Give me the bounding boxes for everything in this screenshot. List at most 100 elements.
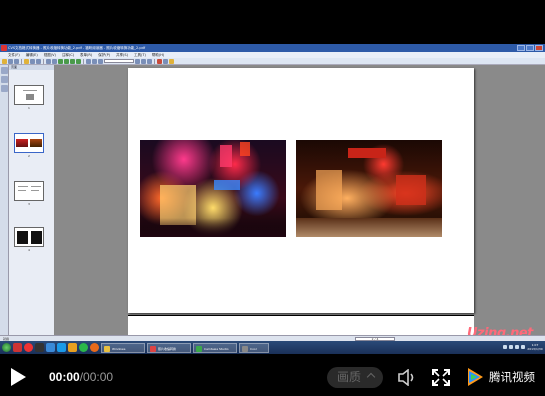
bookmarks-panel-tab[interactable] [1,76,8,83]
floor [296,218,442,237]
windows-taskbar: Windows 照片收缩转换 Camtasia Studio Cool 1:07… [0,341,545,354]
thumbnail-page-number: 3 [28,202,30,206]
restaurant-photo [296,140,442,237]
fullscreen-icon[interactable] [432,369,450,386]
typewriter-icon[interactable] [157,58,162,64]
page-thumbnail[interactable] [14,181,44,201]
pdf-page [128,68,474,313]
highlight-icon[interactable] [169,58,174,64]
restaurant-sign [348,148,386,158]
taskbar-button[interactable]: Cool [239,342,269,353]
total-time: 00:00 [83,370,114,384]
tray-icon[interactable] [509,345,513,349]
street-crowd [140,218,286,237]
quality-button[interactable]: 画质 [327,367,383,388]
snapshot-icon[interactable] [36,58,41,64]
taskbar-clock[interactable]: 1:07 2013/1/30 [527,343,543,351]
page-thumbnail[interactable] [14,227,44,247]
print-icon[interactable] [14,58,19,64]
page-thumbnail-selected[interactable] [14,133,44,153]
fit-width-icon[interactable] [92,58,97,64]
open-icon[interactable] [2,58,7,64]
facing-icon[interactable] [147,58,152,64]
taskbar-button[interactable]: 照片收缩转换 [147,342,191,353]
tray-icon[interactable] [503,345,507,349]
single-page-icon[interactable] [135,58,140,64]
last-page-icon[interactable] [76,58,81,64]
thumbnail-text-line [18,190,26,191]
page-thumbnail[interactable] [14,85,44,105]
chevron-up-icon [366,372,376,382]
minimize-button[interactable] [517,45,525,51]
zoom-in-icon[interactable] [46,58,51,64]
next-page-icon[interactable] [70,58,75,64]
firefox-icon[interactable] [90,343,99,352]
window-titlebar: CVS文档格式转换器 - 照片收缩转换功能_2.pdf - 福昕阅读器 - 照片… [0,44,545,52]
recorded-desktop-screen: CVS文档格式转换器 - 照片收缩转换功能_2.pdf - 福昕阅读器 - 照片… [0,44,545,354]
window-title: CVS文档格式转换器 - 照片收缩转换功能_2.pdf - 福昕阅读器 - 照片… [8,46,146,50]
next-pdf-page [128,315,474,335]
taskbar-button[interactable]: Windows [101,342,145,353]
current-time: 00:00 [49,370,80,384]
zoom-out-icon[interactable] [52,58,57,64]
close-button[interactable] [535,45,543,51]
tencent-video-brand[interactable]: 腾讯视频 [465,367,535,387]
toolbar [0,58,545,65]
pinned-app-icon[interactable] [57,343,66,352]
document-view[interactable] [56,65,545,335]
navigation-strip [0,65,9,335]
pinned-app-icon[interactable] [13,343,22,352]
tray-icon[interactable] [515,345,519,349]
thumbnail-image [26,94,34,100]
thumbnail-text-line [18,186,28,187]
thumbnail-text-line [31,186,41,187]
play-button[interactable] [11,368,26,386]
pages-panel-tab[interactable] [1,67,8,74]
note-icon[interactable] [163,58,168,64]
brand-name: 腾讯视频 [489,370,535,384]
previous-page-icon[interactable] [64,58,69,64]
maximize-button[interactable] [526,45,534,51]
thumbnail-image [17,231,28,244]
taskbar-button-label: Windows [112,346,126,351]
hand-tool-icon[interactable] [24,58,29,64]
taskbar-button[interactable]: Camtasia Studio [193,342,237,353]
toolbar-divider [21,58,22,64]
pinned-app-icon[interactable] [24,343,33,352]
select-text-icon[interactable] [30,58,35,64]
browser-icon[interactable] [79,343,88,352]
volume-tray-icon[interactable] [521,345,525,349]
taskbar-button-label: Camtasia Studio [204,346,229,351]
thumbnail-text-line [31,190,39,191]
neon-sign [220,145,232,167]
page-thumbnails-panel: 页面 1 2 3 4 [9,65,55,335]
quality-label: 画质 [337,370,362,384]
playback-time: 00:00/00:00 [49,370,113,384]
toolbar-divider [43,58,44,64]
qq-icon[interactable] [35,343,44,352]
player-control-bar: 00:00/00:00 画质 腾讯视频 [0,359,545,396]
taskbar-button-label: 照片收缩转换 [158,346,177,351]
fit-page-icon[interactable] [86,58,91,64]
night-street-photo [140,140,286,237]
red-decoration [396,175,426,205]
start-button-icon[interactable] [2,343,11,352]
save-icon[interactable] [8,58,13,64]
layers-panel-tab[interactable] [1,85,8,92]
window-controls [517,45,543,51]
thumbnail-page-number: 1 [28,106,30,110]
toolbar-divider [83,58,84,64]
continuous-icon[interactable] [141,58,146,64]
toolbar-divider [154,58,155,64]
system-tray: 1:07 2013/1/30 [503,343,543,351]
volume-icon[interactable] [398,369,416,386]
neon-sign [214,180,240,190]
neon-sign [240,142,250,156]
zoom-select[interactable] [104,59,134,63]
thumbnail-text-line [23,90,37,91]
rotate-icon[interactable] [98,58,103,64]
first-page-icon[interactable] [58,58,63,64]
pinned-app-icon[interactable] [68,343,77,352]
app-icon [1,45,7,51]
pinned-app-icon[interactable] [46,343,55,352]
